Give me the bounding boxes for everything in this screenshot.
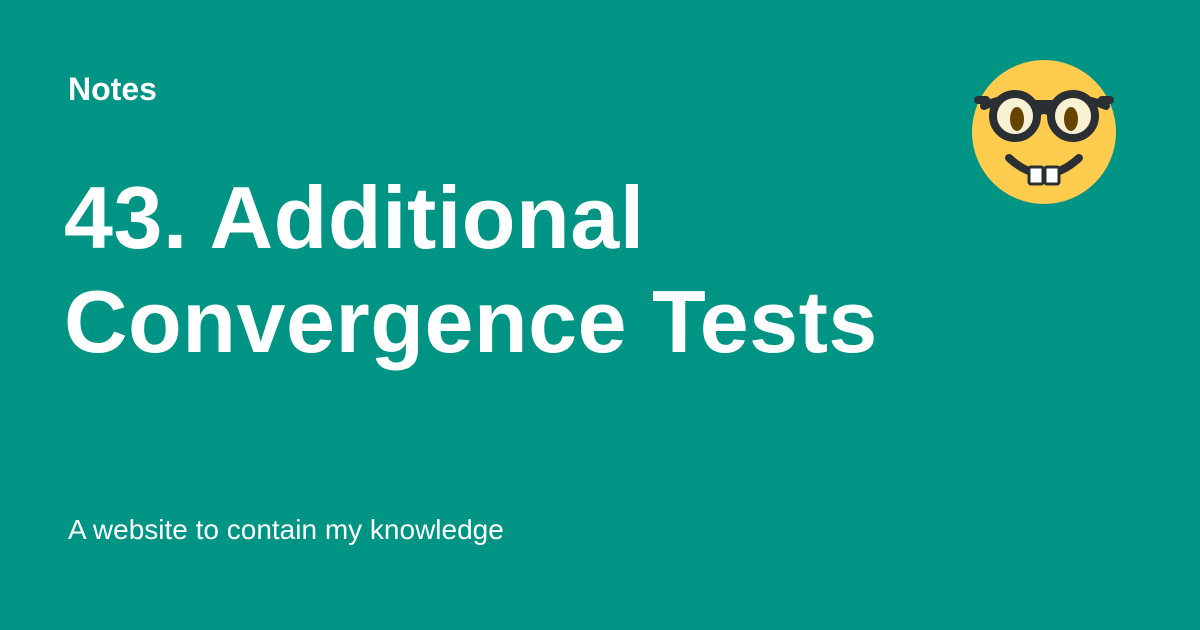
left-eye (1010, 107, 1024, 131)
right-tooth (1043, 165, 1061, 186)
social-card: Notes 43. Additional Convergence Tests A… (0, 0, 1200, 630)
site-name: Notes (68, 71, 157, 107)
site-tagline: A website to contain my knowledge (68, 514, 504, 545)
nerd-face-svg (972, 60, 1116, 204)
nerd-face-icon (970, 58, 1118, 206)
page-title: 43. Additional Convergence Tests (64, 168, 878, 371)
left-tooth (1027, 165, 1045, 186)
right-eye (1064, 107, 1078, 131)
glasses-bridge (1033, 106, 1055, 117)
